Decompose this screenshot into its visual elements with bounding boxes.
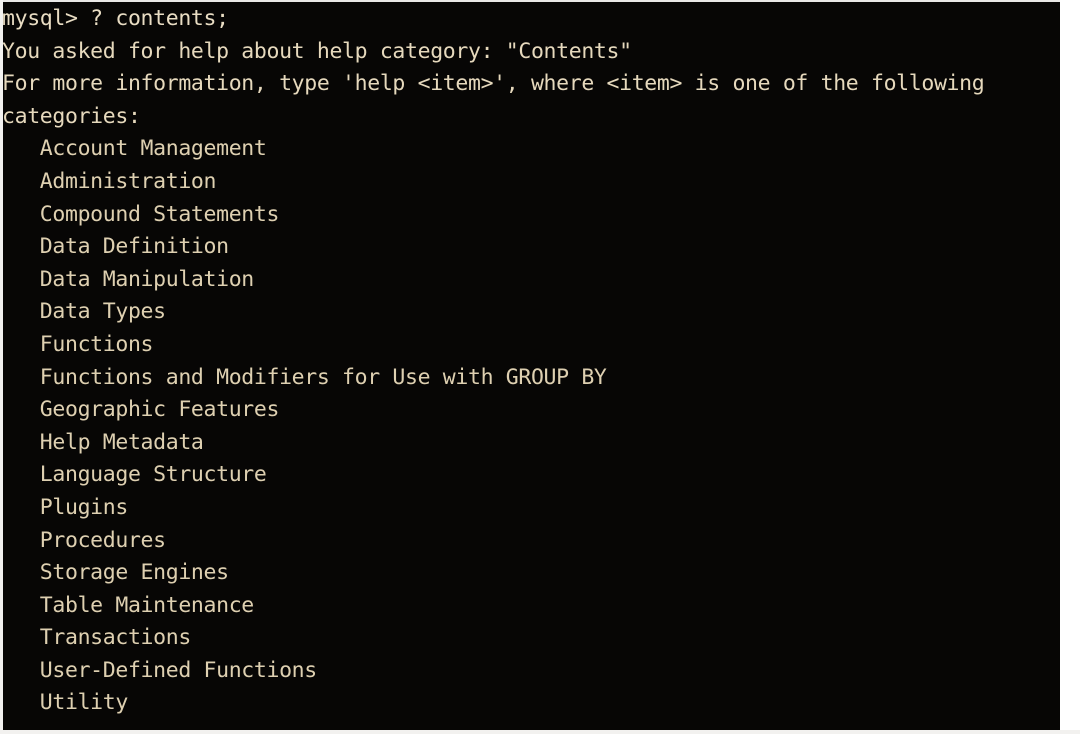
terminal-output-line: For more information, type 'help <item>'…: [3, 71, 985, 97]
help-category-item: Procedures: [3, 527, 166, 553]
help-category-item: Data Types: [3, 299, 166, 325]
help-category-item: Table Maintenance: [3, 592, 254, 618]
window-right-edge: [1060, 0, 1080, 734]
help-category-item: Utility: [3, 690, 129, 716]
help-category-item: Language Structure: [3, 462, 267, 488]
help-category-item: Storage Engines: [3, 560, 229, 586]
help-category-item: Geographic Features: [3, 397, 280, 423]
help-category-item: Functions: [3, 331, 154, 357]
window-bottom-edge: [0, 730, 1080, 734]
help-category-item: Administration: [3, 168, 217, 194]
terminal-output-line: categories:: [3, 103, 141, 129]
help-category-item: Help Metadata: [3, 429, 204, 455]
help-category-item: Data Manipulation: [3, 266, 254, 292]
terminal-canvas[interactable]: mysql> ? contents; You asked for help abo…: [3, 2, 1060, 730]
help-category-item: Data Definition: [3, 234, 229, 260]
help-category-item: Account Management: [3, 136, 267, 162]
terminal-line-stack: mysql> ? contents; You asked for help abo…: [3, 3, 1060, 720]
help-category-item: Compound Statements: [3, 201, 280, 227]
help-category-item: Functions and Modifiers for Use with GRO…: [3, 364, 607, 390]
terminal-command-line: mysql> ? contents;: [3, 6, 229, 31]
terminal-output-line: You asked for help about help category: …: [3, 38, 632, 64]
terminal-window: mysql> ? contents; You asked for help abo…: [0, 0, 1080, 734]
help-category-item: Transactions: [3, 625, 191, 651]
help-category-item: Plugins: [3, 494, 129, 520]
help-category-item: User-Defined Functions: [3, 657, 317, 683]
terminal-output-area[interactable]: mysql> ? contents; You asked for help abo…: [3, 2, 1060, 730]
